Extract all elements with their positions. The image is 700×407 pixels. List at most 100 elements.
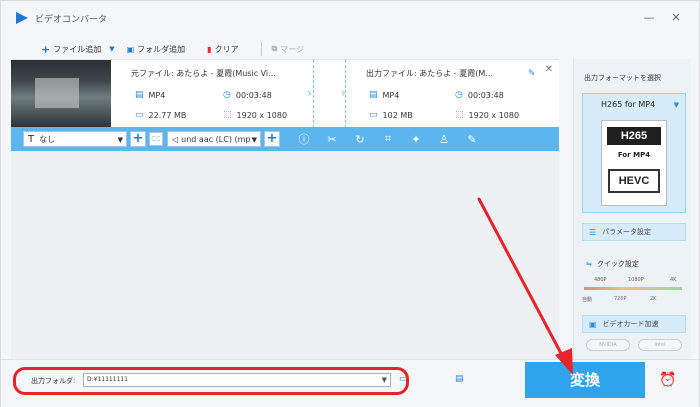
output-resolution: ⬚ 1920 x 1080 xyxy=(455,110,519,120)
quality-tick-label: 1080P xyxy=(628,277,644,283)
intel-logo: intel xyxy=(638,339,682,351)
source-file-name: 元ファイル: あたらよ - 夏霞(Music Vi... xyxy=(131,69,276,78)
convert-divider xyxy=(313,60,314,128)
resolution-icon: ⬚ xyxy=(223,110,232,120)
folder-add-icon: ▣ xyxy=(126,44,135,54)
quality-tick-label: 720P xyxy=(614,296,627,302)
add-folder-button[interactable]: ▣ フォルダ追加 xyxy=(127,44,186,55)
output-format: ▤ MP4 xyxy=(369,90,399,100)
parameter-settings-button[interactable]: ☰ パラメータ設定 xyxy=(582,223,686,241)
output-resolution-value: 1920 x 1080 xyxy=(468,110,520,120)
gpu-acceleration-label: ビデオカード加速 xyxy=(602,320,659,328)
rotate-icon[interactable]: ↻ xyxy=(346,133,374,146)
quality-tick-label: 480P xyxy=(594,277,607,283)
add-file-button[interactable]: + ファイル追加 ▼ xyxy=(41,43,115,56)
add-audio-button[interactable]: + xyxy=(264,131,280,147)
clear-label: クリア xyxy=(214,44,239,54)
source-format-value: MP4 xyxy=(148,90,166,100)
quality-slider[interactable] xyxy=(584,287,682,290)
output-size: ▭ 102 MB xyxy=(369,110,413,120)
alarm-clock-icon[interactable]: ⏰ xyxy=(659,372,676,388)
merge-button[interactable]: ⧉ マージ xyxy=(272,44,305,55)
gpu-acceleration-button[interactable]: ▣ ビデオカード加速 xyxy=(582,315,686,333)
format-card[interactable]: H265 for MP4 ▼ H265 For MP4 HEVC xyxy=(582,93,686,213)
resolution-icon: ⬚ xyxy=(455,110,464,120)
merge-label: マージ xyxy=(280,44,305,54)
edit-toolbar: T なし ▼ + CC ◁ und aac (LC) (mp ▼ + ⓘ ✂ ↻… xyxy=(11,127,559,151)
source-resolution-value: 1920 x 1080 xyxy=(236,110,288,120)
folder-icon: ▭ xyxy=(369,110,378,120)
crop-icon[interactable]: ⌗ xyxy=(374,132,402,146)
output-size-value: 102 MB xyxy=(382,110,413,120)
clock-icon: ◷ xyxy=(455,90,463,100)
effects-icon[interactable]: ✦ xyxy=(402,133,430,146)
cc-icon[interactable]: CC xyxy=(149,132,163,146)
quick-settings-label: ⇋ クイック設定 xyxy=(586,259,639,269)
chevron-down-icon[interactable]: ▼ xyxy=(674,101,679,109)
text-icon: T xyxy=(28,133,35,145)
clock-icon: ◷ xyxy=(223,90,231,100)
audio-track-value: und aac (LC) (mp xyxy=(181,134,251,144)
source-format: ▤ MP4 xyxy=(135,90,165,100)
minimize-button[interactable]: — xyxy=(642,11,656,25)
speaker-icon: ◁ xyxy=(172,134,179,144)
file-list-area[interactable] xyxy=(11,151,559,361)
chevron-down-icon: ▼ xyxy=(251,136,257,144)
quick-settings-text: クイック設定 xyxy=(596,260,639,268)
video-thumbnail[interactable] xyxy=(11,60,111,128)
watermark-icon[interactable]: ♙ xyxy=(430,133,458,146)
main-toolbar: + ファイル追加 ▼ ▣ フォルダ追加 ▮ クリア ⧉ マージ xyxy=(11,39,571,59)
add-folder-label: フォルダ追加 xyxy=(137,44,186,54)
format-panel-label: 出力フォーマットを選択 xyxy=(584,74,661,82)
remove-file-icon[interactable]: ✕ xyxy=(545,64,553,75)
plus-icon: + xyxy=(41,42,51,56)
close-window-button[interactable]: ✕ xyxy=(669,11,683,25)
add-subtitle-button[interactable]: + xyxy=(130,131,146,147)
chevron-down-icon[interactable]: ▼ xyxy=(109,45,114,53)
quality-tick-label: 4K xyxy=(670,277,677,283)
chevron-right-icon: › xyxy=(307,86,312,100)
sliders-icon: ⇋ xyxy=(586,260,592,268)
quality-tick-label: 自動 xyxy=(582,297,593,303)
output-format-value: MP4 xyxy=(382,90,400,100)
add-file-label: ファイル追加 xyxy=(53,44,102,54)
chevron-right-icon: › xyxy=(341,86,346,100)
format-badge-hevc: HEVC xyxy=(608,169,660,193)
clear-button[interactable]: ▮ クリア xyxy=(207,44,238,55)
app-window: ビデオコンバータ — ✕ + ファイル追加 ▼ ▣ フォルダ追加 ▮ クリア ⧉… xyxy=(0,0,700,407)
info-icon[interactable]: ⓘ xyxy=(290,131,318,147)
app-title: ビデオコンバータ xyxy=(35,14,108,25)
format-title: H265 for MP4 xyxy=(601,100,656,109)
format-badge-mp4: For MP4 xyxy=(617,151,651,159)
format-badge: H265 For MP4 HEVC xyxy=(601,120,667,206)
format-badge-h265: H265 xyxy=(607,127,661,145)
trash-icon: ▮ xyxy=(207,44,212,54)
output-folder-icon[interactable]: ▤ xyxy=(455,374,464,384)
output-file-name: 出力ファイル: あたらよ - 夏霞(M... xyxy=(366,69,493,78)
bottom-bar: 出力フォルダ: D:¥11111111 ▼ ▭ ▤ 変換 ⏰ xyxy=(1,359,699,407)
quality-tick-label: 2K xyxy=(650,296,657,302)
subtitle-select[interactable]: T なし ▼ xyxy=(23,131,127,147)
edit-icon[interactable]: ✎ xyxy=(458,133,486,146)
source-size-value: 22.77 MB xyxy=(148,110,187,120)
source-size: ▭ 22.77 MB xyxy=(135,110,186,120)
nvidia-logo: NVIDIA xyxy=(586,339,630,351)
merge-icon: ⧉ xyxy=(271,44,278,53)
source-duration: ◷ 00:03:48 xyxy=(223,90,272,100)
source-resolution: ⬚ 1920 x 1080 xyxy=(223,110,287,120)
output-folder-highlight xyxy=(13,367,409,395)
gpu-icon: ▣ xyxy=(589,319,597,329)
sliders-icon: ☰ xyxy=(589,227,597,237)
app-logo-icon xyxy=(15,11,29,25)
file-item-row[interactable]: 元ファイル: あたらよ - 夏霞(Music Vi... ▤ MP4 ◷ 00:… xyxy=(11,59,559,128)
title-bar: ビデオコンバータ — ✕ xyxy=(1,1,699,35)
output-duration-value: 00:03:48 xyxy=(467,90,504,100)
source-duration-value: 00:03:48 xyxy=(235,90,272,100)
parameter-settings-label: パラメータ設定 xyxy=(602,228,651,236)
convert-button[interactable]: 変換 xyxy=(525,362,645,398)
video-format-icon: ▤ xyxy=(135,90,144,100)
rename-pencil-icon[interactable]: ✎ xyxy=(528,69,536,79)
folder-icon: ▭ xyxy=(135,110,144,120)
audio-track-select[interactable]: ◁ und aac (LC) (mp ▼ xyxy=(167,131,261,147)
scissors-icon[interactable]: ✂ xyxy=(318,133,346,146)
